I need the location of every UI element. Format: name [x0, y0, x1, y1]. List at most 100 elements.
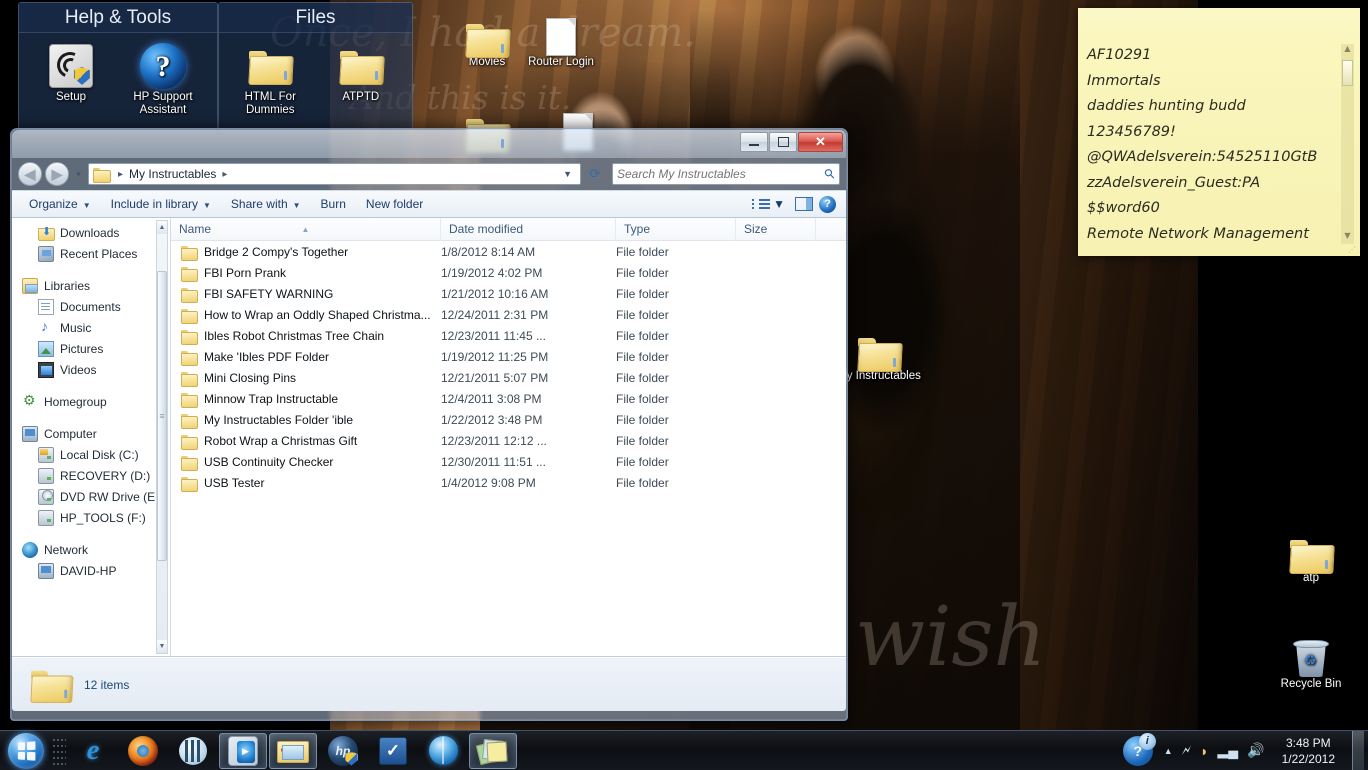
table-row[interactable]: How to Wrap an Oddly Shaped Christma... 1… [171, 304, 846, 325]
taskbar-windows-media-player[interactable] [219, 732, 267, 769]
navpane-item-dvd-rw-drive-e[interactable]: DVD RW Drive (E: [12, 486, 170, 507]
window-controls[interactable]: ✕ [740, 132, 843, 152]
navpane-item-homegroup[interactable]: Homegroup [12, 391, 170, 412]
navpane-item-music[interactable]: Music [12, 317, 170, 338]
table-row[interactable]: Minnow Trap Instructable 12/4/2011 3:08 P… [171, 388, 846, 409]
file-name-cell[interactable]: How to Wrap an Oddly Shaped Christma... [171, 308, 441, 324]
navpane-scrollbar[interactable]: ▲ ▼ [156, 220, 168, 654]
table-row[interactable]: USB Continuity Checker 12/30/2011 11:51 .… [171, 451, 846, 472]
safely-remove-hardware-icon[interactable]: 🗲 [1182, 742, 1191, 759]
column-header-type[interactable]: Type [616, 217, 736, 241]
taskbar-bittorrent[interactable] [169, 733, 217, 769]
fence-files[interactable]: Files HTML For Dummies ATPTD [218, 2, 413, 130]
fence-help-and-tools[interactable]: Help & Tools Setup ? HP Support Assistan… [18, 2, 218, 130]
close-button[interactable]: ✕ [798, 132, 843, 152]
navpane-item-network[interactable]: Network [12, 539, 170, 560]
sticky-note[interactable]: AF10291 Immortals daddies hunting budd 1… [1078, 8, 1360, 256]
volume-icon[interactable]: 🔊 [1247, 742, 1264, 759]
sticky-note-body[interactable]: AF10291 Immortals daddies hunting budd 1… [1078, 41, 1360, 246]
resize-grip-icon[interactable]: ⋰ [1348, 245, 1357, 254]
start-button[interactable] [0, 732, 52, 770]
sticky-note-scrollbar[interactable]: ▲ ▼ [1341, 44, 1354, 244]
scroll-up-arrow[interactable]: ▲ [157, 221, 167, 234]
file-name-cell[interactable]: USB Tester [171, 476, 441, 492]
chevron-down-icon[interactable]: ▼ [773, 197, 785, 211]
scroll-down-arrow[interactable]: ▼ [1341, 231, 1354, 244]
taskbar[interactable]: e hp ✓ ? i ▲ 🗲 ◗ ▂▄ 🔊 [0, 730, 1368, 770]
file-name-cell[interactable]: Robot Wrap a Christmas Gift [171, 434, 441, 450]
taskbar-globe-app[interactable] [419, 733, 467, 769]
table-row[interactable]: My Instructables Folder 'ible 1/22/2012 3… [171, 409, 846, 430]
preview-pane-button[interactable] [795, 197, 813, 211]
column-header-size[interactable]: Size [736, 217, 816, 241]
taskbar-hp-support[interactable]: hp [319, 733, 367, 769]
taskbar-checkmark-app[interactable]: ✓ [369, 733, 417, 769]
help-icon[interactable]: ? [819, 195, 836, 213]
address-dropdown-icon[interactable]: ▼ [557, 169, 578, 179]
scroll-thumb[interactable] [1342, 60, 1353, 86]
taskbar-firefox[interactable] [119, 733, 167, 769]
navpane-item-computer[interactable]: Computer [12, 423, 170, 444]
network-icon[interactable]: ▂▄ [1217, 742, 1238, 759]
desktop-icon-atp[interactable]: atp [1268, 524, 1354, 585]
action-center-icon[interactable]: ? i [1122, 732, 1156, 766]
toolbar-new-folder[interactable]: New folder [357, 193, 432, 215]
window-titlebar[interactable]: ✕ [12, 130, 846, 158]
weather-icon[interactable]: ◗ [1200, 743, 1208, 759]
table-row[interactable]: FBI SAFETY WARNING 1/21/2012 10:16 AM File… [171, 283, 846, 304]
desktop-icon-setup[interactable]: Setup [25, 41, 117, 117]
system-tray[interactable]: ? i ▲ 🗲 ◗ ▂▄ 🔊 3:48 PM 1/22/2012 [1122, 730, 1368, 770]
navpane-item-recent-places[interactable]: Recent Places [12, 243, 170, 264]
file-name-cell[interactable]: Mini Closing Pins [171, 371, 441, 387]
desktop-icon-atptd[interactable]: ATPTD [316, 41, 407, 117]
column-headers[interactable]: Name ▲ Date modified Type Size [171, 217, 846, 241]
scroll-thumb[interactable] [157, 271, 167, 561]
windows-explorer-window[interactable]: ✕ ◀ ▶ ▾ ▸ My Instructables ▸ ▼ ⟳ ⚲ Organ… [10, 128, 848, 721]
toolbar-share-with[interactable]: Share with ▼ [222, 193, 310, 215]
file-name-cell[interactable]: Ibles Robot Christmas Tree Chain [171, 329, 441, 345]
desktop-icon-recycle-bin[interactable]: ♻ Recycle Bin [1268, 630, 1354, 691]
toolbar-burn[interactable]: Burn [312, 193, 355, 215]
file-name-cell[interactable]: Bridge 2 Compy's Together [171, 245, 441, 261]
navpane-item-hp-tools-f[interactable]: HP_TOOLS (F:) [12, 507, 170, 528]
taskbar-sticky-notes[interactable] [469, 732, 517, 769]
toolbar-include-in-library[interactable]: Include in library ▼ [102, 193, 220, 215]
taskbar-internet-explorer[interactable]: e [69, 733, 117, 769]
file-name-cell[interactable]: Make 'Ibles PDF Folder [171, 350, 441, 366]
table-row[interactable]: Mini Closing Pins 12/21/2011 5:07 PM File … [171, 367, 846, 388]
table-row[interactable]: Ibles Robot Christmas Tree Chain 12/23/20… [171, 325, 846, 346]
navpane-item-david-hp[interactable]: DAVID-HP [12, 560, 170, 581]
back-button[interactable]: ◀ [18, 162, 42, 186]
file-name-cell[interactable]: FBI Porn Prank [171, 266, 441, 282]
file-name-cell[interactable]: FBI SAFETY WARNING [171, 287, 441, 303]
desktop-icon-router-login[interactable]: Router Login [518, 8, 604, 69]
command-toolbar[interactable]: Organize ▼ Include in library ▼ Share with… [12, 190, 846, 218]
table-row[interactable]: Bridge 2 Compy's Together 1/8/2012 8:14 A… [171, 241, 846, 262]
file-rows[interactable]: Bridge 2 Compy's Together 1/8/2012 8:14 A… [171, 241, 846, 493]
taskbar-windows-explorer[interactable] [269, 732, 317, 769]
navpane-item-recovery-d[interactable]: RECOVERY (D:) [12, 465, 170, 486]
change-view-button[interactable]: ▼ [748, 194, 789, 214]
desktop-icon-my-instructables[interactable]: My Instructables [836, 322, 922, 383]
column-header-date-modified[interactable]: Date modified [441, 217, 616, 241]
scroll-up-arrow[interactable]: ▲ [1341, 44, 1354, 57]
breadcrumb-current[interactable]: My Instructables [129, 167, 216, 181]
navpane-item-libraries[interactable]: Libraries [12, 275, 170, 296]
navpane-item-videos[interactable]: Videos [12, 359, 170, 380]
forward-button[interactable]: ▶ [45, 162, 69, 186]
search-input[interactable] [617, 167, 826, 181]
scroll-down-arrow[interactable]: ▼ [157, 640, 167, 653]
table-row[interactable]: Make 'Ibles PDF Folder 1/19/2012 11:25 PM… [171, 346, 846, 367]
navpane-item-downloads[interactable]: Downloads [12, 222, 170, 243]
desktop-icon-html-for-dummies[interactable]: HTML For Dummies [225, 41, 316, 117]
breadcrumb-separator[interactable]: ▸ [216, 169, 233, 180]
navpane-item-local-disk-c[interactable]: Local Disk (C:) [12, 444, 170, 465]
show-desktop-button[interactable] [1352, 730, 1364, 770]
navpane-item-documents[interactable]: Documents [12, 296, 170, 317]
navpane-item-pictures[interactable]: Pictures [12, 338, 170, 359]
maximize-button[interactable] [769, 132, 797, 152]
minimize-button[interactable] [740, 132, 768, 152]
navigation-bar[interactable]: ◀ ▶ ▾ ▸ My Instructables ▸ ▼ ⟳ ⚲ [12, 158, 846, 190]
navigation-pane[interactable]: Downloads Recent Places Libraries Docume… [12, 218, 170, 656]
file-name-cell[interactable]: My Instructables Folder 'ible [171, 413, 441, 429]
